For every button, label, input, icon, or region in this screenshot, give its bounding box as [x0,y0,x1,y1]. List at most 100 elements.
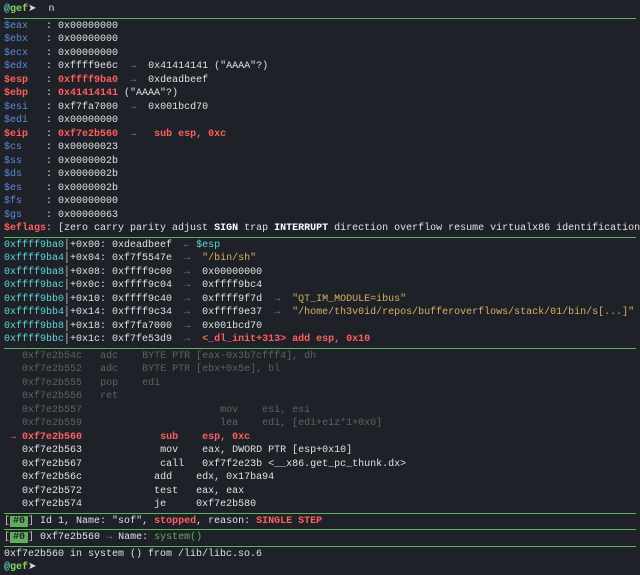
disasm-row: 0xf7e2b557 mov esi, esi [4,404,636,418]
stack-section: 0xffff9ba0│+0x00: 0xdeadbeef ← $esp0xfff… [4,239,636,347]
disasm-addr: 0xf7e2b555 [22,378,82,389]
register-row: $eax : 0x00000000 [4,20,636,34]
disasm-symbol [88,459,160,470]
reg-instr: sub esp, 0xc [148,129,226,140]
stack-addr: 0xffff9bac [4,280,64,291]
disasm-row: 0xf7e2b555 pop edi [4,377,636,391]
stack-target: 0xffff9e37 [202,307,262,318]
thread-row: [#0] Id 1, Name: "sof", stopped, reason:… [4,515,636,529]
stack-value: 0xdeadbeef [112,240,172,251]
stack-addr: 0xffff9ba8 [4,267,64,278]
context-line: 0xf7e2b560 in system () from /lib/libc.s… [4,548,636,562]
command-prompt[interactable]: @gef➤ n [4,3,636,17]
disasm-symbol [88,391,100,402]
arrow-icon: → [172,307,202,318]
arrow-icon: → [118,61,148,72]
stack-string: "/home/th3v0id/repos/bufferoverflows/sta… [292,307,634,318]
disasm-args: eax, DWORD PTR [esp+0x10] [202,445,352,456]
stack-symbol: <_dl_init+313> [202,334,286,345]
eflags-text: direction overflow resume virtualx86 ide… [328,223,640,234]
stack-target: 0xffff9bc4 [202,280,262,291]
disasm-row: 0xf7e2b556 ret [4,390,636,404]
reg-name: $esi [4,102,28,113]
reg-value: 0x00000000 [58,21,118,32]
register-row: $ecx : 0x00000000 [4,47,636,61]
reg-name: $ebx [4,34,28,45]
disasm-symbol [88,499,154,510]
arrow-icon: → [118,102,148,113]
reg-name: $eax [4,21,28,32]
stack-row: 0xffff9ba8│+0x08: 0xffff9c00 → 0x0000000… [4,266,636,280]
reg-name: $eip [4,129,28,140]
reg-value: 0x00000000 [58,48,118,59]
disasm-addr: 0xf7e2b574 [22,499,82,510]
disasm-op: sub [160,432,202,443]
disasm-addr: 0xf7e2b567 [22,459,82,470]
stack-value: 0xf7fe53d9 [112,334,172,345]
disasm-addr: 0xf7e2b559 [22,418,82,429]
prompt-caret: ➤ [28,4,36,15]
disasm-args: esi, esi [262,405,310,416]
disasm-op: mov [160,445,202,456]
disasm-op: je [154,499,196,510]
trace-func: system() [154,532,202,543]
disasm-row: 0xf7e2b559 lea edi, [edi+eiz*1+0x0] [4,417,636,431]
reg-name: $edx [4,61,28,72]
register-row: $ebx : 0x00000000 [4,33,636,47]
disasm-symbol [88,364,100,375]
reg-value: 0xf7fa7000 [58,102,118,113]
register-row: $eip : 0xf7e2b560 → sub esp, 0xc [4,128,636,142]
reg-note: ("AAAA"?) [118,88,178,99]
stack-addr: 0xffff9bb4 [4,307,64,318]
disasm-op: mov [220,405,262,416]
disasm-row: 0xf7e2b574 je 0xf7e2b580 [4,498,636,512]
disasm-args: edx, 0x17ba94 [196,472,274,483]
arrow-icon: → [172,267,202,278]
reg-name: $ss [4,156,22,167]
stack-row: 0xffff9bb4│+0x14: 0xffff9c34 → 0xffff9e3… [4,306,636,320]
reg-value: 0xf7e2b560 [58,129,118,140]
disasm-addr: 0xf7e2b563 [22,445,82,456]
reg-name: $esp [4,75,28,86]
arrow-icon: → [118,75,148,86]
disasm-addr: 0xf7e2b572 [22,486,82,497]
reg-value: 0x0000002b [58,169,118,180]
stack-addr: 0xffff9ba0 [4,240,64,251]
register-row: $gs : 0x00000063 [4,209,636,223]
command-prompt-bottom[interactable]: @gef➤ [4,561,636,575]
disasm-symbol [88,445,160,456]
disasm-op: adc [100,364,142,375]
reg-value: 0x00000063 [58,210,118,221]
reg-value: 0x41414141 [58,88,118,99]
disasm-args: BYTE PTR [eax-0x3b7cfff4], dh [142,351,316,362]
stack-addr: 0xffff9bb0 [4,294,64,305]
disasm-args: edi, [edi+eiz*1+0x0] [262,418,382,429]
disasm-addr: 0xf7e2b552 [22,364,82,375]
disasm-row: 0xf7e2b56c add edx, 0x17ba94 [4,471,636,485]
disasm-section: 0xf7e2b54c adc BYTE PTR [eax-0x3b7cfff4]… [4,350,636,512]
stack-value: 0xf7f5547e [112,253,172,264]
registers-section: $eax : 0x00000000$ebx : 0x00000000$ecx :… [4,20,636,223]
stack-row: 0xffff9bb8│+0x18: 0xf7fa7000 → 0x001bcd7… [4,320,636,334]
reg-target: 0xdeadbeef [148,75,208,86]
disasm-op: adc [100,351,142,362]
disasm-row: → 0xf7e2b560 sub esp, 0xc [4,431,636,445]
register-row: $fs : 0x00000000 [4,195,636,209]
stack-value: 0xffff9c04 [112,280,172,291]
disasm-row: 0xf7e2b54c adc BYTE PTR [eax-0x3b7cfff4]… [4,350,636,364]
prompt-caret: ➤ [28,562,36,573]
register-row: $esp : 0xffff9ba0 → 0xdeadbeef [4,74,636,88]
arrow-icon: → [118,129,148,140]
disasm-args: 0xf7e2b580 [196,499,262,510]
arrow-icon: → [262,307,292,318]
reg-name: $ecx [4,48,28,59]
reg-value: 0xffff9e6c [58,61,118,72]
reg-name: $cs [4,142,22,153]
current-arrow-icon: → [10,432,16,443]
separator [4,237,636,238]
disasm-addr: 0xf7e2b56c [22,472,82,483]
disasm-op: ret [100,391,142,402]
reg-name: $fs [4,196,22,207]
reg-note: ("AAAA"?) [208,61,268,72]
stack-target: 0x001bcd70 [202,321,262,332]
